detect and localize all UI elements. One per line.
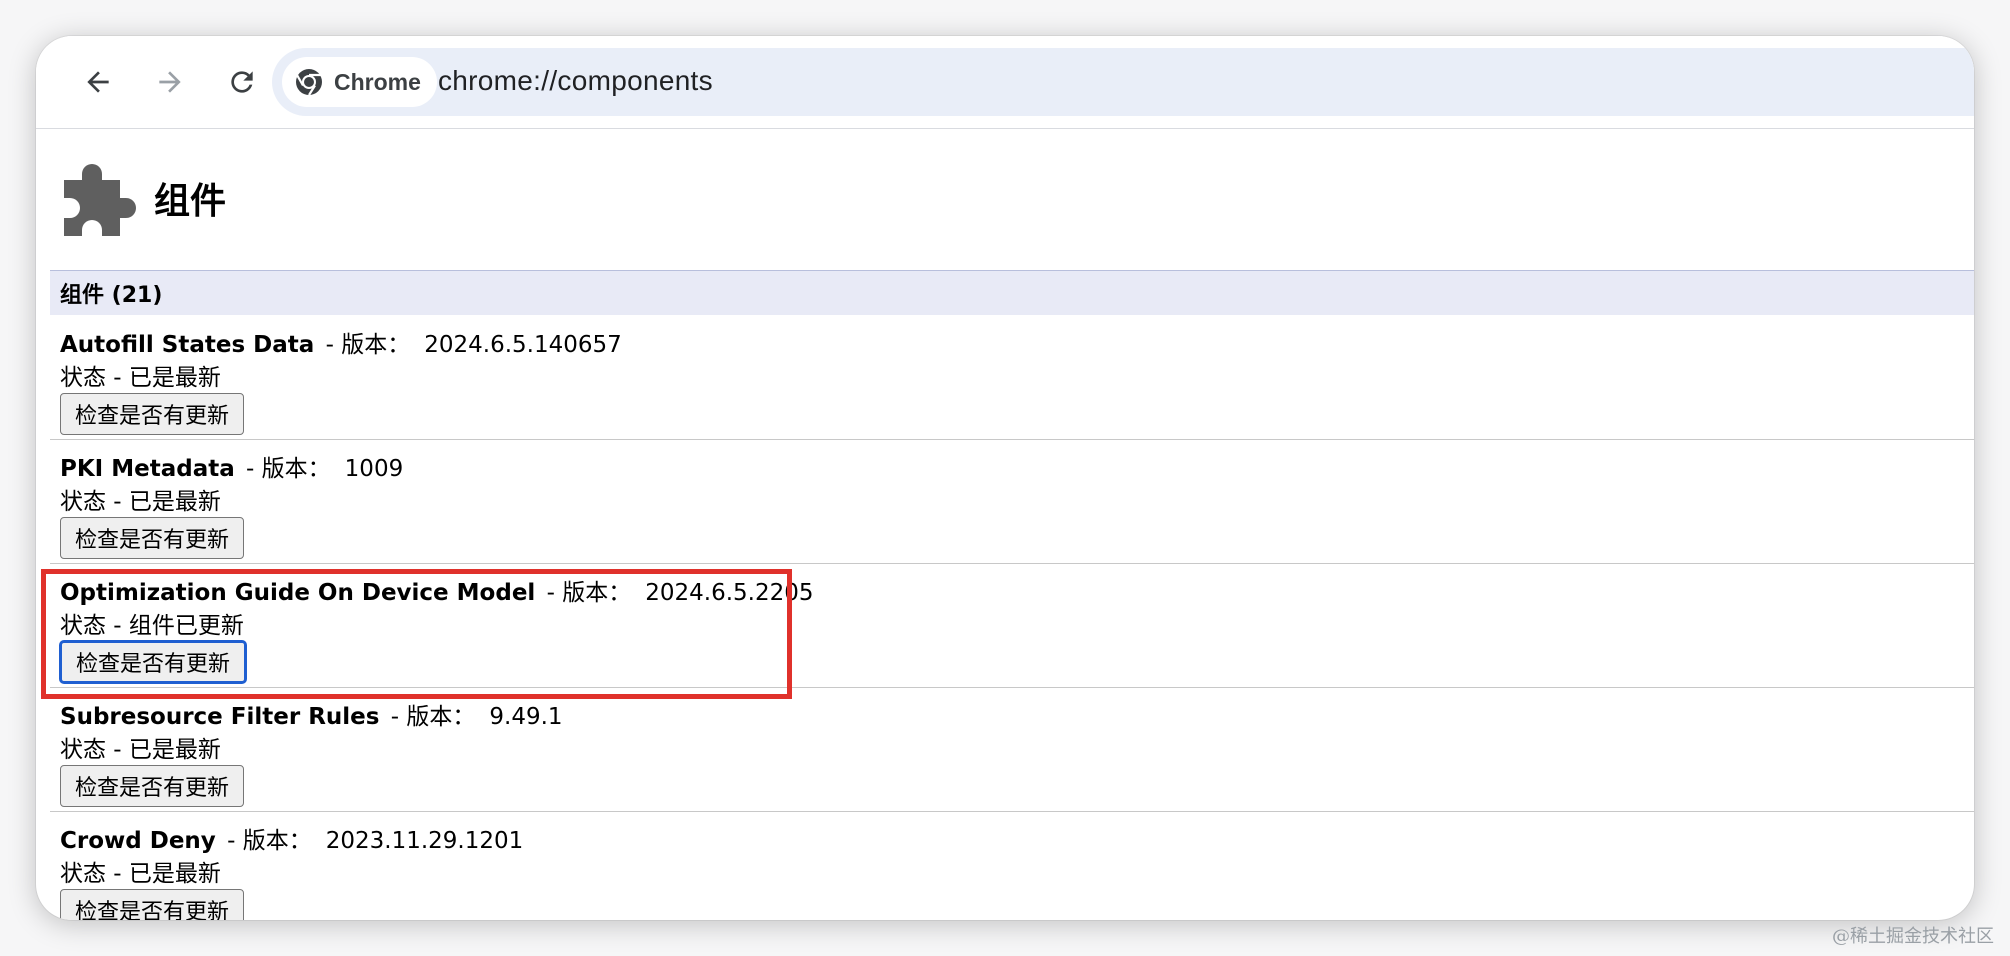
component-name: PKI Metadata — [60, 456, 235, 482]
component-status: 已是最新 — [128, 737, 221, 763]
component-item: Crowd Deny - 版本： 2023.11.29.1201 状态 - 已是最… — [50, 811, 1974, 920]
component-title-line: Subresource Filter Rules - 版本： 9.49.1 — [60, 697, 563, 731]
version-label: - 版本： — [383, 704, 476, 730]
component-item: Subresource Filter Rules - 版本： 9.49.1 状态 … — [50, 687, 1974, 812]
url-text[interactable]: chrome://components — [438, 65, 713, 97]
check-update-button[interactable]: 检查是否有更新 — [60, 393, 245, 435]
puzzle-piece-icon — [64, 164, 136, 236]
browser-toolbar: Chrome chrome://components — [36, 36, 1974, 129]
version-label: - 版本： — [238, 456, 331, 482]
status-label: 状态 - — [60, 613, 129, 639]
component-name: Subresource Filter Rules — [60, 704, 380, 730]
site-chip[interactable]: Chrome — [282, 57, 437, 107]
page-title: 组件 — [154, 181, 227, 222]
component-version: 1009 — [344, 456, 404, 482]
check-update-button[interactable]: 检查是否有更新 — [60, 517, 245, 559]
forward-button[interactable] — [146, 58, 194, 106]
component-status: 已是最新 — [128, 489, 221, 515]
component-version: 9.49.1 — [489, 704, 563, 730]
status-label: 状态 - — [60, 861, 129, 887]
component-title-line: Optimization Guide On Device Model - 版本：… — [60, 573, 814, 607]
component-version: 2024.6.5.2205 — [645, 580, 814, 606]
status-label: 状态 - — [60, 489, 129, 515]
component-status-line: 状态 - 组件已更新 — [60, 606, 244, 640]
version-label: - 版本： — [219, 828, 312, 854]
status-label: 状态 - — [60, 737, 129, 763]
page-header: 组件 — [56, 154, 226, 242]
browser-window: Chrome chrome://components 组件 组件 (21) Au… — [36, 36, 1974, 920]
component-title-line: Autofill States Data - 版本： 2024.6.5.14065… — [60, 325, 622, 359]
reload-button[interactable] — [218, 58, 266, 106]
address-bar[interactable]: Chrome chrome://components — [272, 48, 1974, 116]
component-title-line: PKI Metadata - 版本： 1009 — [60, 449, 403, 483]
component-name: Crowd Deny — [60, 828, 216, 854]
watermark: @稀土掘金技术社区 — [1832, 926, 1994, 947]
check-update-button[interactable]: 检查是否有更新 — [60, 889, 245, 920]
arrow-left-icon — [87, 71, 109, 93]
status-label: 状态 - — [60, 365, 129, 391]
back-button[interactable] — [74, 58, 122, 106]
component-status-line: 状态 - 已是最新 — [60, 358, 221, 392]
component-status: 已是最新 — [128, 365, 221, 391]
component-status-line: 状态 - 已是最新 — [60, 854, 221, 888]
reload-icon — [231, 71, 253, 93]
component-version: 2024.6.5.140657 — [424, 332, 622, 358]
component-name: Optimization Guide On Device Model — [60, 580, 536, 606]
component-title-line: Crowd Deny - 版本： 2023.11.29.1201 — [60, 821, 523, 855]
component-status-line: 状态 - 已是最新 — [60, 730, 221, 764]
check-update-button[interactable]: 检查是否有更新 — [60, 765, 245, 807]
component-version: 2023.11.29.1201 — [325, 828, 524, 854]
version-label: - 版本： — [318, 332, 411, 358]
component-status: 已是最新 — [128, 861, 221, 887]
section-header: 组件 (21) — [50, 270, 1974, 315]
arrow-right-icon — [159, 71, 181, 93]
component-item: Autofill States Data - 版本： 2024.6.5.14065… — [50, 315, 1974, 440]
component-status-line: 状态 - 已是最新 — [60, 482, 221, 516]
component-name: Autofill States Data — [60, 332, 315, 358]
site-chip-label: Chrome — [334, 68, 421, 95]
check-update-button[interactable]: 检查是否有更新 — [60, 641, 247, 683]
chrome-logo-icon — [296, 69, 322, 96]
component-item: PKI Metadata - 版本： 1009 状态 - 已是最新 检查是否有更新 — [50, 439, 1974, 564]
component-item: Optimization Guide On Device Model - 版本：… — [50, 563, 1974, 688]
component-status: 组件已更新 — [128, 613, 244, 639]
version-label: - 版本： — [539, 580, 632, 606]
